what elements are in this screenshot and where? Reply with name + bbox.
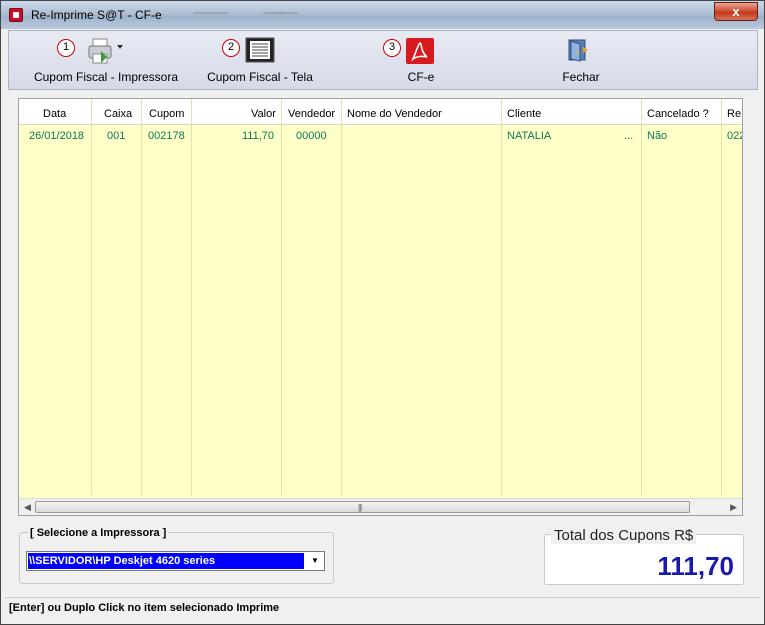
horizontal-scrollbar[interactable]: ◀ ||| ▶	[19, 498, 742, 515]
print-receipt-printer-label: Cupom Fiscal - Impressora	[33, 70, 179, 84]
total-box: Total dos Cupons R$ 111,70	[544, 527, 744, 585]
scroll-left-arrow-icon[interactable]: ◀	[24, 502, 31, 513]
print-receipt-printer-button[interactable]: 1 Cupom Fiscal - Impressora	[23, 31, 189, 89]
column-cancelado	[642, 99, 722, 495]
app-icon	[9, 8, 23, 22]
exit-door-icon	[565, 37, 591, 65]
step-badge-2: 2	[222, 39, 240, 57]
cell-cliente: NATALIA	[507, 130, 552, 142]
header-nome-vendedor[interactable]: Nome do Vendedor	[347, 108, 442, 120]
title-bar-background-image	[151, 1, 701, 29]
printer-icon	[87, 37, 123, 65]
column-cupom	[142, 99, 192, 495]
header-cupom[interactable]: Cupom	[149, 108, 184, 120]
total-label: Total dos Cupons R$	[551, 527, 697, 544]
toolbar: 1 Cupom Fiscal - Impressora 2 Cupom Fisc…	[8, 30, 758, 90]
title-bar: Re-Imprime S@T - CF-e x	[1, 1, 764, 29]
pdf-icon	[405, 37, 435, 65]
cfe-pdf-button[interactable]: 3 CF-e	[371, 31, 471, 89]
scrollbar-grip-icon: |||	[358, 503, 362, 512]
main-window: Re-Imprime S@T - CF-e x 1 Cupom Fiscal -…	[0, 0, 765, 625]
header-cancelado[interactable]: Cancelado ?	[647, 108, 709, 120]
header-vendedor[interactable]: Vendedor	[288, 108, 335, 120]
cell-vendedor: 00000	[296, 130, 327, 142]
receipts-table[interactable]: Data Caixa Cupom Valor Vendedor Nome do …	[18, 98, 743, 516]
column-valor	[192, 99, 282, 495]
cell-valor: 111,70	[242, 130, 275, 142]
print-receipt-screen-label: Cupom Fiscal - Tela	[207, 70, 313, 84]
close-screen-button[interactable]: Fechar	[541, 31, 621, 89]
print-receipt-screen-button[interactable]: 2 Cupom Fiscal - Tela	[197, 31, 323, 89]
printer-select-value: \\SERVIDOR\HP Deskjet 4620 series	[28, 553, 304, 569]
column-caixa	[92, 99, 142, 495]
column-nome-vendedor	[342, 99, 502, 495]
cell-cancelado: Não	[647, 130, 668, 142]
header-data[interactable]: Data	[43, 108, 66, 120]
status-text: [Enter] ou Duplo Click no item seleciona…	[9, 602, 280, 614]
step-badge-1: 1	[57, 39, 75, 57]
scrollbar-thumb[interactable]: |||	[35, 501, 690, 513]
total-value: 111,70	[657, 551, 734, 581]
close-screen-label: Fechar	[562, 70, 600, 84]
header-cliente[interactable]: Cliente	[507, 108, 541, 120]
close-button[interactable]: x	[714, 2, 758, 21]
screen-icon	[245, 37, 275, 65]
printer-selection-legend: [ Selecione a Impressora ]	[28, 527, 169, 539]
header-valor[interactable]: Valor	[251, 108, 276, 120]
scroll-right-arrow-icon[interactable]: ▶	[730, 502, 737, 513]
cell-re: 022	[727, 130, 742, 142]
window-title: Re-Imprime S@T - CF-e	[31, 8, 162, 22]
cell-data: 26/01/2018	[29, 130, 85, 142]
column-cliente	[502, 99, 642, 495]
chevron-down-icon[interactable]: ▼	[306, 552, 324, 570]
cell-caixa: 001	[107, 130, 126, 142]
cfe-pdf-label: CF-e	[407, 70, 435, 84]
printer-selection-group: [ Selecione a Impressora ] \\SERVIDOR\HP…	[19, 527, 334, 584]
column-data	[19, 99, 92, 495]
header-re[interactable]: Re	[727, 108, 741, 120]
step-badge-3: 3	[383, 39, 401, 57]
header-caixa[interactable]: Caixa	[104, 108, 132, 120]
status-bar: [Enter] ou Duplo Click no item seleciona…	[5, 597, 760, 619]
cell-cliente-ellipsis: ...	[624, 130, 634, 142]
cell-cupom: 002178	[148, 130, 185, 142]
printer-select[interactable]: \\SERVIDOR\HP Deskjet 4620 series ▼	[26, 551, 325, 571]
column-vendedor	[282, 99, 342, 495]
